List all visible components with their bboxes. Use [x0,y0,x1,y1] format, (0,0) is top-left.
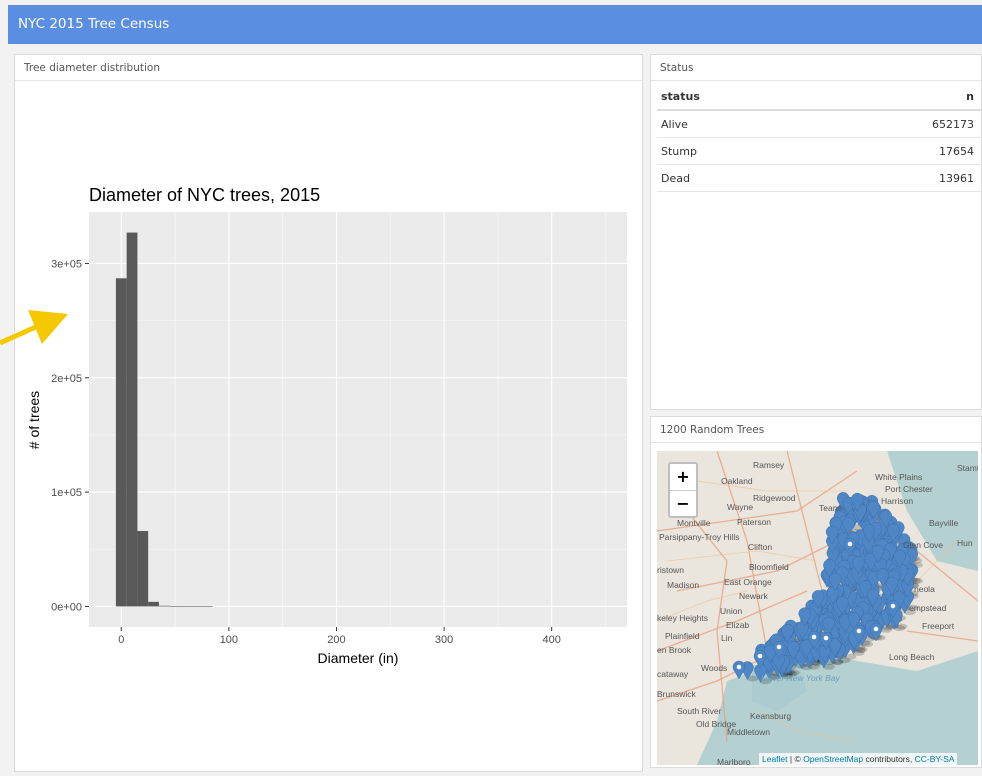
y-tick-label: 2e+05 [51,373,82,385]
map-place-label: Teane [819,503,842,513]
marker-dot [757,653,763,659]
map-place-label: Ridgewood [753,493,796,503]
map-place-label: White Plains [875,472,922,482]
marker-dot [856,628,862,634]
map-place-label: Elizab [726,620,749,630]
count-cell: 13961 [807,164,982,192]
annotation-arrow-icon [0,310,68,346]
plot-panel [89,212,627,627]
map-place-label: Clifton [748,542,772,552]
map-attribution: Leaflet | © OpenStreetMap contributors, … [759,753,958,765]
map-place-label: Marlboro [717,757,751,765]
zoom-out-button[interactable]: − [670,491,696,517]
x-tick-label: 0 [118,634,124,646]
map-place-label: Glen Cove [903,540,943,550]
marker-dot [823,635,829,641]
map-place-label: Oakland [721,476,753,486]
map-place-label: Lower New York Bay [761,673,840,683]
map-place-label: Long Beach [889,652,935,662]
marker-dot [736,664,742,670]
attribution-contrib: contributors, [863,754,915,764]
map-place-label: South River [677,706,722,716]
license-link[interactable]: CC-BY-SA [915,754,955,764]
map-place-label: Lin [721,633,733,643]
map-place-label: Madison [667,580,699,590]
status-cell: Stump [657,137,807,165]
diameter-histogram-chart: 0 100 200 300 400 0e+00 1e+05 2e+05 3e+05 Diamet… [26,185,627,666]
map-place-label: Union [720,606,742,616]
map-place-label: Plainfield [665,631,700,641]
map-place-label: Bloomfield [749,562,789,572]
count-cell: 17654 [807,137,982,165]
histogram-bar [180,606,192,607]
map-panel-header: 1200 Random Trees [651,417,981,443]
map-place-label: Paterson [737,517,771,527]
histogram-bar [201,606,213,607]
osm-link[interactable]: OpenStreetMap [803,754,863,764]
map-place-label: ristown [657,565,684,575]
status-cell: Dead [657,164,807,192]
table-header-row: status n [657,83,982,111]
attribution-sep: | © [787,754,804,764]
x-tick-label: 400 [543,634,561,646]
map-place-label: Bayville [929,518,959,528]
marker-dot [776,644,782,650]
table-row: Dead 13961 [657,164,982,192]
map-place-label: empstead [909,603,947,613]
y-axis-label: # of trees [26,391,42,449]
marker-dot [847,541,853,547]
map-place-label: East Orange [724,577,772,587]
table-row: Stump 17654 [657,137,982,165]
map-place-label: Port Chester [885,484,933,494]
map-place-label: Stamford [957,463,978,473]
marker-dot [811,634,817,640]
histogram-bar [169,606,181,607]
y-tick-label: 0e+00 [51,601,82,613]
map-place-label: en Brook [657,645,692,655]
status-cell: Alive [657,110,807,138]
y-tick-label: 3e+05 [51,258,82,270]
tree-map[interactable]: Ramsey Stamford Oakland White Plains Port Ch… [657,451,978,765]
status-panel: Status status n Alive 652173 Stump 17654… [650,54,982,410]
map-place-label: Middletown [727,727,770,737]
leaflet-link[interactable]: Leaflet [762,754,788,764]
map-place-label: Newark [739,591,769,601]
map-place-label: keley Heights [657,613,708,623]
marker-dot [873,626,879,632]
table-row: Alive 652173 [657,110,982,138]
x-tick-label: 300 [435,634,453,646]
histogram-bar [158,605,170,607]
histogram-bar [148,601,159,607]
histogram-bar [137,530,149,607]
map-place-label: Keansburg [750,711,791,721]
column-header-status[interactable]: status [657,83,807,111]
x-tick-label: 200 [327,634,345,646]
map-place-label: Ramsey [753,460,785,470]
map-place-label: Montville [677,518,711,528]
map-tiles: Ramsey Stamford Oakland White Plains Port Ch… [657,451,978,765]
histogram-bar [191,606,202,607]
histogram-bar [115,278,127,607]
x-axis-label: Diameter (in) [318,650,399,666]
map-zoom-control: + − [668,462,698,518]
zoom-in-button[interactable]: + [670,464,696,491]
map-place-label: Freeport [922,621,955,631]
map-place-label: Harrison [881,496,913,506]
map-place-label: Woods [701,663,727,673]
y-tick-label: 1e+05 [51,487,82,499]
chart-title: Diameter of NYC trees, 2015 [89,185,320,205]
x-tick-label: 100 [220,634,238,646]
marker-dot [890,603,896,609]
map-place-label: cataway [657,669,689,679]
map-place-label: Wayne [727,502,753,512]
map-place-label: Hun [957,538,973,548]
column-header-n[interactable]: n [807,83,982,111]
map-place-label: Parsippany-Troy Hills [659,532,739,542]
status-panel-header: Status [651,55,981,81]
map-place-label: neola [914,584,935,594]
count-cell: 652173 [807,110,982,138]
map-place-label: Brunswick [657,689,696,699]
status-table: status n Alive 652173 Stump 17654 Dead 1… [657,83,982,192]
histogram-bar [126,232,138,607]
